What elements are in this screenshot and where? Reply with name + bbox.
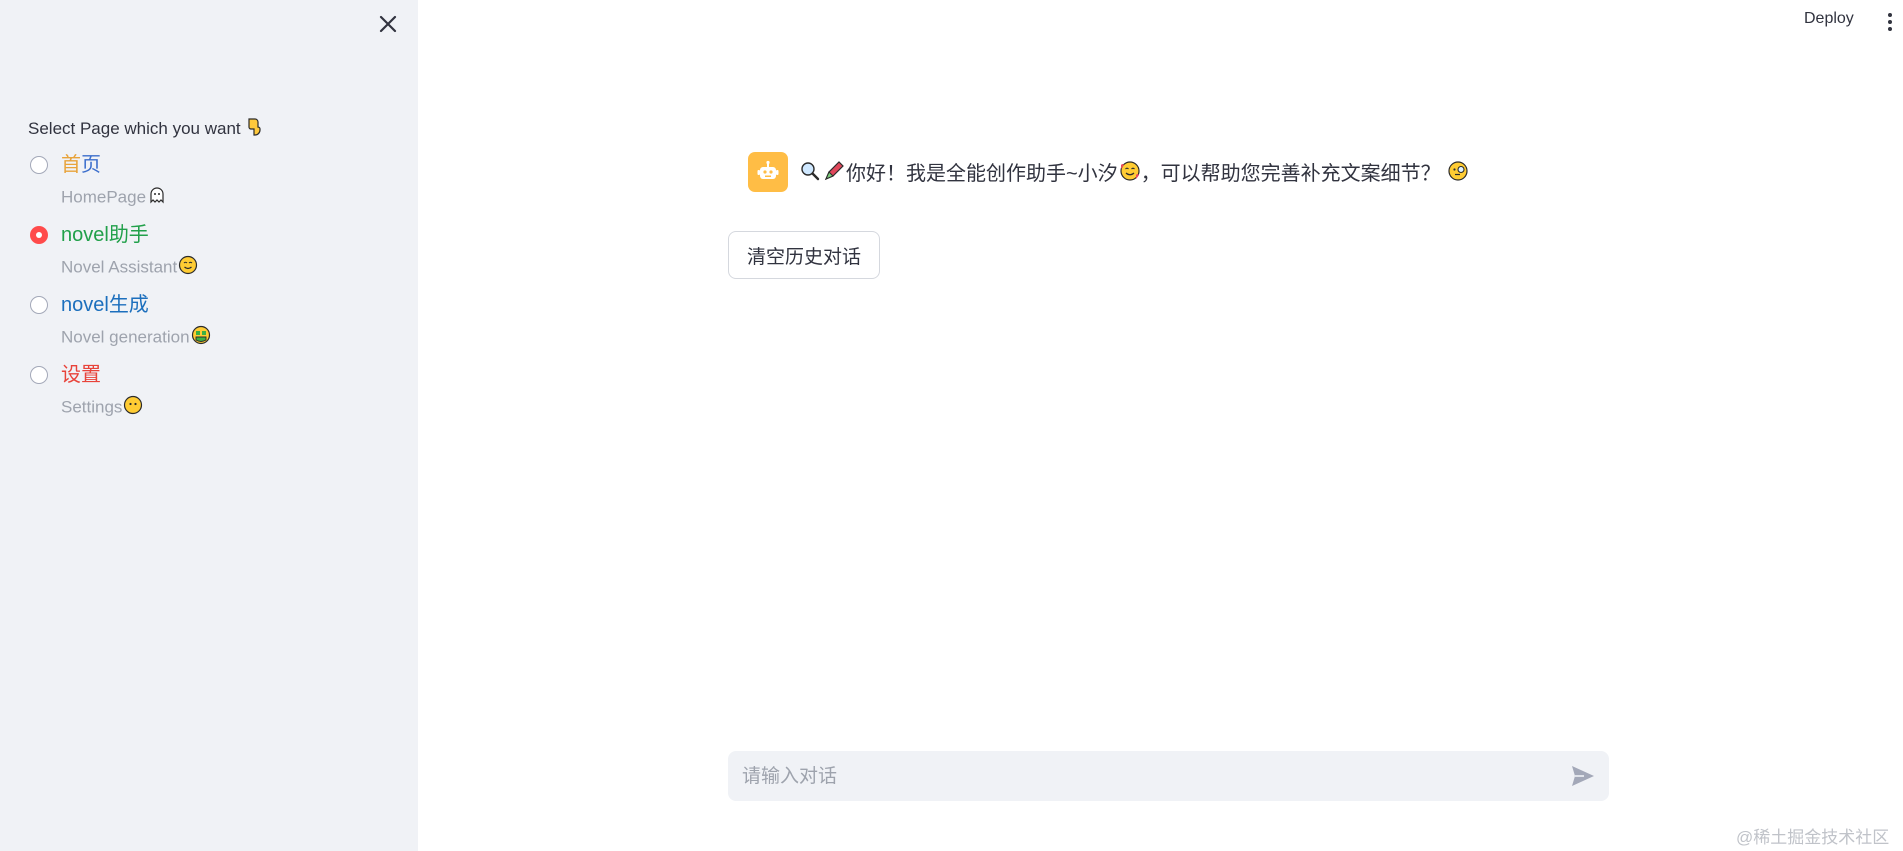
sidebar: Select Page which you want 首页 HomePage n… bbox=[0, 0, 418, 851]
chat-message-text: 你好！我是全能创作助手~小汐 ，可以帮助您完善补充文案细节？ bbox=[798, 159, 1469, 190]
magnifying-glass-icon bbox=[799, 160, 821, 189]
radio-caption-novel-assistant: Novel Assistant bbox=[61, 255, 198, 281]
send-button[interactable] bbox=[1570, 764, 1596, 788]
avatar bbox=[748, 152, 788, 192]
chat-input-container bbox=[728, 751, 1609, 803]
radio-button-settings[interactable] bbox=[30, 366, 48, 384]
watermark: @稀土掘金技术社区 bbox=[1736, 828, 1890, 847]
robot-icon bbox=[757, 160, 779, 179]
caption-text-novel-generation: Novel generation bbox=[61, 327, 190, 347]
radio-label-homepage-part1: 首 bbox=[61, 154, 81, 176]
chat-message-tail: ，可以帮助您完善补充文案细节？ bbox=[1140, 162, 1441, 185]
radio-label-novel-assistant: novel助手 bbox=[61, 224, 149, 246]
smiling-face-icon bbox=[178, 255, 198, 281]
radio-label-homepage-part2: 页 bbox=[81, 154, 101, 176]
pen-icon bbox=[822, 159, 846, 190]
close-sidebar-button[interactable] bbox=[375, 11, 401, 37]
deploy-button[interactable]: Deploy bbox=[1804, 10, 1854, 28]
radio-title-text: Select Page which you want bbox=[28, 118, 241, 138]
vertical-dots-icon bbox=[1888, 13, 1892, 31]
caption-text-settings: Settings bbox=[61, 397, 123, 417]
radio-option-novel-generation[interactable]: novel生成 Novel generation bbox=[28, 292, 398, 362]
chat-message-main: 你好！我是全能创作助手~小汐 bbox=[846, 162, 1118, 185]
radio-option-homepage[interactable]: 首页 HomePage bbox=[28, 152, 398, 222]
send-icon bbox=[1572, 766, 1594, 786]
face-with-monocle-icon bbox=[1447, 160, 1469, 189]
page-radio-group: 首页 HomePage novel助手 Novel Assistant nove… bbox=[28, 152, 398, 432]
radio-label-homepage: 首页 bbox=[61, 152, 101, 178]
main-menu-button[interactable] bbox=[1884, 12, 1896, 32]
radio-option-settings[interactable]: 设置 Settings bbox=[28, 362, 398, 432]
chat-input[interactable] bbox=[740, 751, 1544, 803]
money-mouth-face-icon bbox=[191, 325, 211, 351]
radio-group-title: Select Page which you want bbox=[28, 117, 262, 142]
radio-label-novel-generation: novel生成 bbox=[61, 294, 149, 316]
radio-caption-settings: Settings bbox=[61, 395, 143, 421]
caption-text-novel-assistant: Novel Assistant bbox=[61, 257, 178, 277]
clear-history-button[interactable]: 清空历史对话 bbox=[728, 231, 880, 279]
radio-button-novel-generation[interactable] bbox=[30, 296, 48, 314]
close-icon bbox=[379, 15, 397, 33]
radio-caption-homepage: HomePage bbox=[61, 185, 167, 211]
ghost-icon bbox=[147, 185, 167, 211]
caption-text-homepage: HomePage bbox=[61, 187, 147, 207]
backhand-index-pointing-down-icon bbox=[246, 117, 262, 142]
smiling-face-with-hearts-icon bbox=[1119, 160, 1141, 189]
radio-button-homepage[interactable] bbox=[30, 156, 48, 174]
radio-option-novel-assistant[interactable]: novel助手 Novel Assistant bbox=[28, 222, 398, 292]
radio-label-settings: 设置 bbox=[61, 364, 101, 386]
radio-caption-novel-generation: Novel generation bbox=[61, 325, 211, 351]
radio-button-novel-assistant[interactable] bbox=[30, 226, 48, 244]
face-without-mouth-icon bbox=[123, 395, 143, 421]
